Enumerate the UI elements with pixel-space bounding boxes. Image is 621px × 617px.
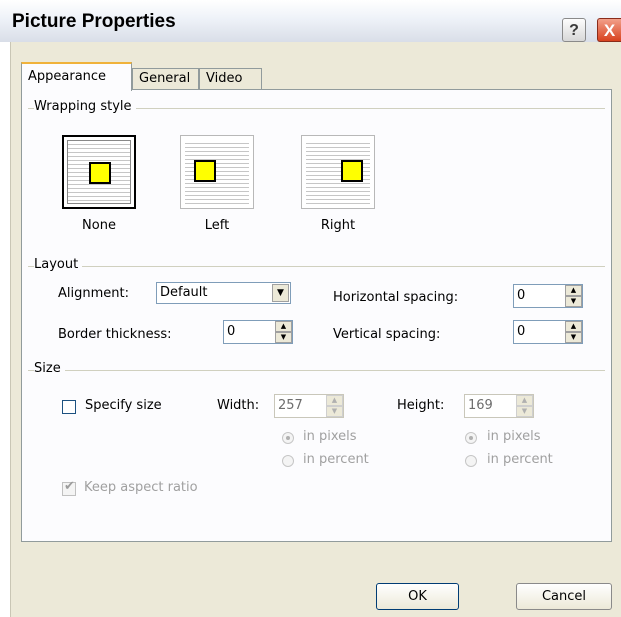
spin-down-icon[interactable]: ▼ [565, 296, 582, 307]
alignment-label: Alignment: [58, 286, 129, 301]
cancel-button[interactable]: Cancel [516, 583, 612, 610]
tab-general[interactable]: General [132, 68, 199, 90]
keep-aspect-ratio-label: Keep aspect ratio [84, 480, 198, 495]
size-label: Size [34, 361, 65, 376]
wrap-left-option[interactable] [180, 135, 254, 209]
dropdown-arrow-icon[interactable]: ▼ [272, 284, 289, 302]
wrap-none-option[interactable] [62, 135, 136, 209]
height-in-pixels-label: in pixels [487, 429, 541, 444]
alignment-value: Default [160, 285, 208, 300]
width-in-pixels-label: in pixels [303, 429, 357, 444]
spin-up-icon[interactable]: ▲ [565, 285, 582, 296]
width-spinner[interactable]: 257 ▲ ▼ [274, 394, 344, 418]
spin-down-icon[interactable]: ▼ [516, 406, 533, 417]
horizontal-spacing-value: 0 [517, 288, 526, 303]
wrap-left-label: Left [204, 218, 230, 233]
wrapping-style-label: Wrapping style [34, 99, 136, 114]
horizontal-spacing-spinner[interactable]: 0 ▲ ▼ [513, 284, 583, 308]
width-label: Width: [217, 398, 260, 413]
height-in-pixels-radio[interactable] [465, 432, 477, 444]
picture-icon [341, 160, 363, 182]
appearance-panel: Wrapping style None Left Right Layout Al… [21, 89, 612, 542]
tab-video[interactable]: Video [199, 68, 262, 90]
help-button[interactable]: ? [562, 18, 586, 42]
title-bar[interactable]: Picture Properties ? X [0, 0, 621, 42]
ok-button[interactable]: OK [376, 583, 459, 610]
vertical-spacing-spinner[interactable]: 0 ▲ ▼ [513, 320, 583, 344]
height-label: Height: [397, 398, 445, 413]
specify-size-label: Specify size [85, 398, 162, 413]
border-thickness-value: 0 [227, 324, 236, 339]
height-spinner[interactable]: 169 ▲ ▼ [464, 394, 534, 418]
width-in-percent-radio[interactable] [282, 455, 294, 467]
tab-appearance[interactable]: Appearance [21, 62, 132, 91]
layout-divider [28, 266, 605, 267]
vertical-spacing-value: 0 [517, 324, 526, 339]
size-divider [28, 370, 605, 371]
window-title: Picture Properties [12, 11, 176, 32]
spin-down-icon[interactable]: ▼ [326, 406, 343, 417]
height-in-percent-radio[interactable] [465, 455, 477, 467]
border-thickness-spinner[interactable]: 0 ▲ ▼ [223, 320, 293, 344]
width-value: 257 [278, 398, 303, 413]
keep-aspect-ratio-checkbox[interactable]: ✔ [62, 479, 76, 496]
spin-up-icon[interactable]: ▲ [516, 395, 533, 406]
checkmark-icon: ✔ [64, 479, 75, 494]
border-thickness-label: Border thickness: [58, 327, 172, 342]
alignment-select[interactable]: Default ▼ [156, 282, 291, 304]
width-in-percent-label: in percent [303, 452, 369, 467]
wrap-right-label: Right [320, 218, 356, 233]
layout-label: Layout [34, 257, 83, 272]
wrap-none-label: None [82, 218, 116, 233]
height-in-percent-label: in percent [487, 452, 553, 467]
vertical-spacing-label: Vertical spacing: [333, 327, 441, 342]
spin-up-icon[interactable]: ▲ [565, 321, 582, 332]
spin-up-icon[interactable]: ▲ [326, 395, 343, 406]
horizontal-spacing-label: Horizontal spacing: [333, 290, 459, 305]
close-button[interactable]: X [597, 18, 621, 42]
height-value: 169 [468, 398, 493, 413]
picture-icon [89, 162, 111, 184]
wrap-right-option[interactable] [301, 135, 375, 209]
width-in-pixels-radio[interactable] [282, 432, 294, 444]
spin-up-icon[interactable]: ▲ [275, 321, 292, 332]
specify-size-checkbox[interactable] [62, 400, 76, 414]
dialog-body: Appearance General Video Wrapping style … [10, 42, 621, 617]
picture-icon [194, 160, 216, 182]
spin-down-icon[interactable]: ▼ [565, 332, 582, 343]
spin-down-icon[interactable]: ▼ [275, 332, 292, 343]
